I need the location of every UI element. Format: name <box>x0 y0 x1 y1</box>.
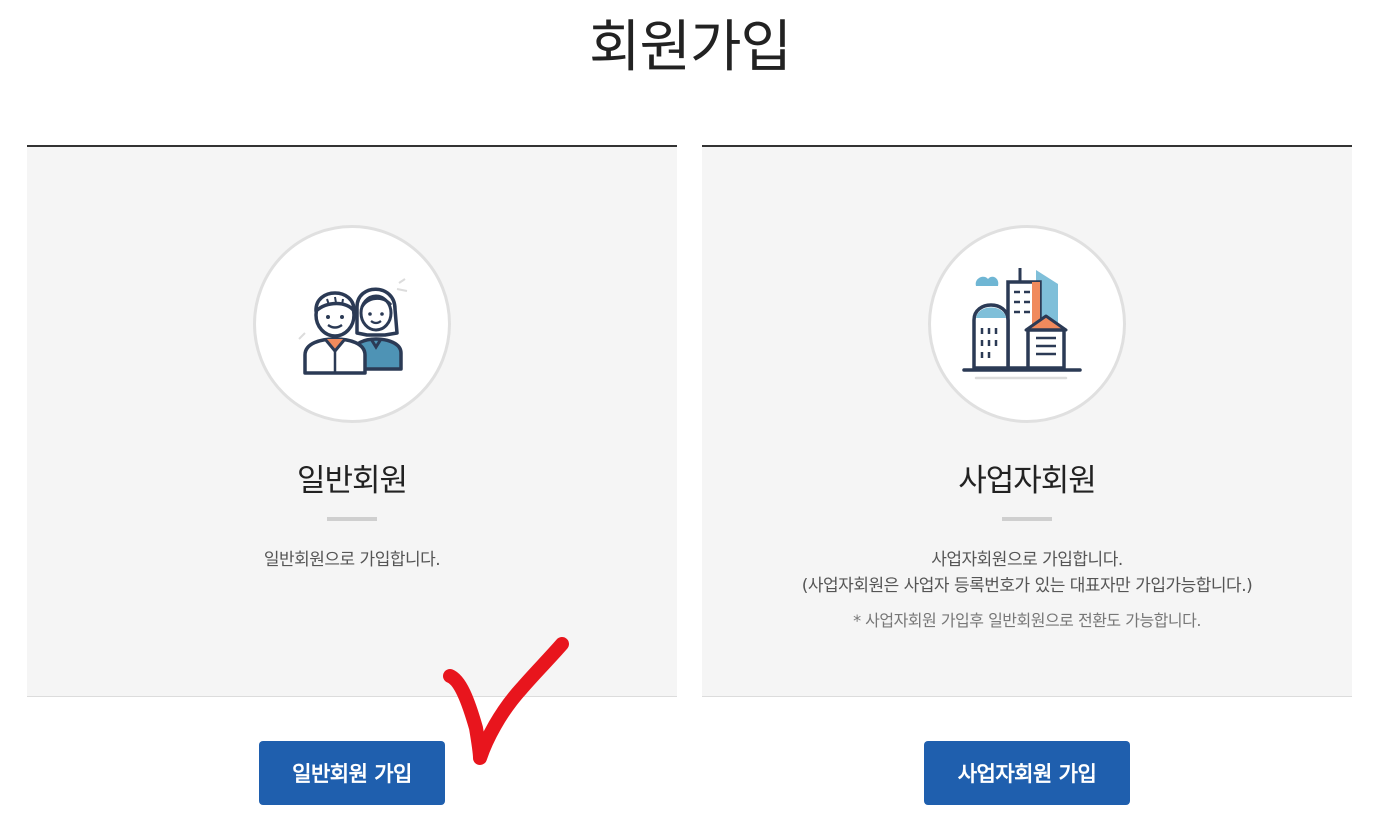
business-member-description: 사업자회원으로 가입합니다. <box>931 550 1123 570</box>
signup-page: 회원가입 일반회원 일반회원으로 가입합니다. 사업자회원 사업자회원으로 가입… <box>0 0 1380 822</box>
business-member-requirement: (사업자회원은 사업자 등록번호가 있는 대표자만 가입가능합니다.) <box>801 576 1253 596</box>
page-title: 회원가입 <box>588 15 792 80</box>
business-member-title: 사업자회원 <box>958 463 1097 499</box>
buildings-icon <box>928 225 1126 423</box>
people-icon <box>253 225 451 423</box>
business-member-note: * 사업자회원 가입후 일반회원으로 전환도 가능합니다. <box>853 611 1201 630</box>
personal-member-description: 일반회원으로 가입합니다. <box>263 550 441 570</box>
title-divider <box>1002 517 1052 521</box>
business-member-card: 사업자회원 사업자회원으로 가입합니다. (사업자회원은 사업자 등록번호가 있… <box>702 145 1352 697</box>
personal-signup-button[interactable]: 일반회원 가입 <box>259 741 445 805</box>
personal-member-card: 일반회원 일반회원으로 가입합니다. <box>27 145 677 697</box>
title-divider <box>327 517 377 521</box>
personal-member-title: 일반회원 <box>296 463 408 499</box>
business-signup-button[interactable]: 사업자회원 가입 <box>924 741 1130 805</box>
